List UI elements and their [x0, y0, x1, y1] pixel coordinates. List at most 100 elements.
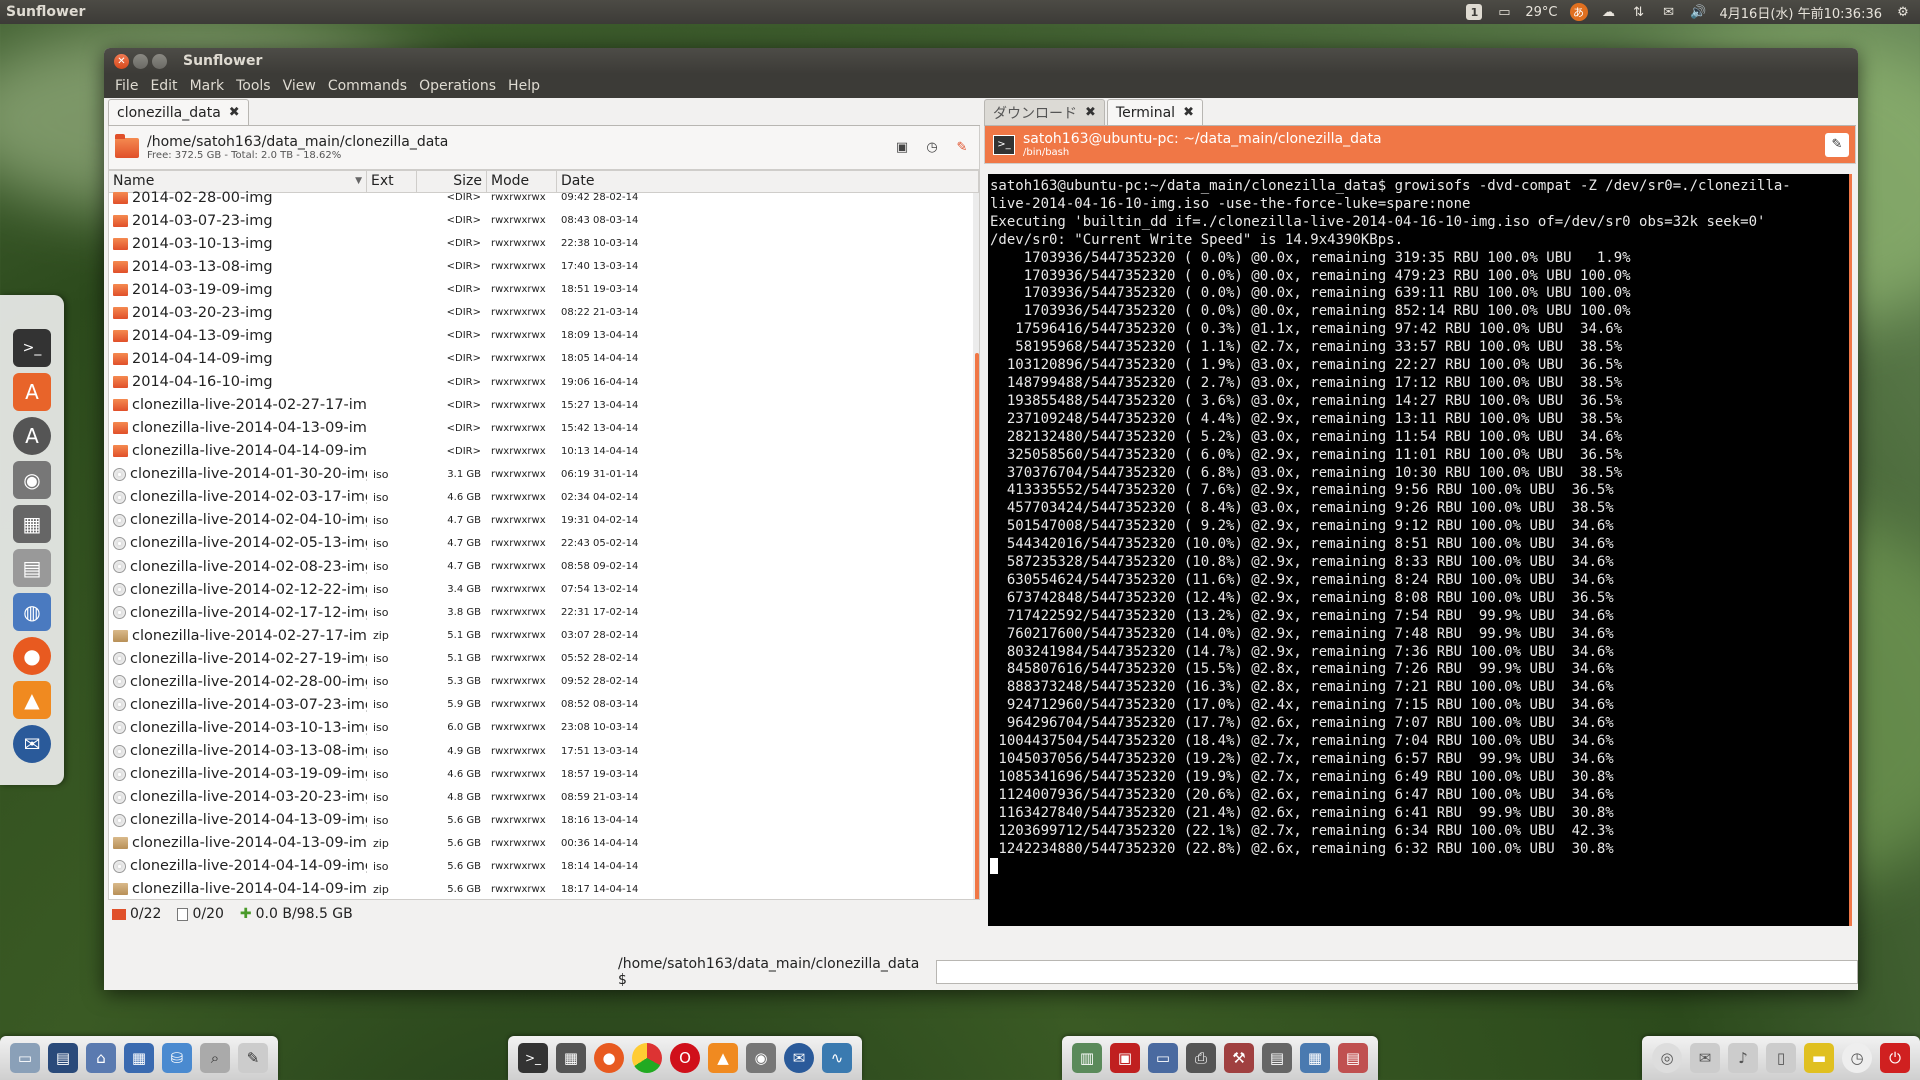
menu-tools[interactable]: Tools [232, 78, 279, 94]
mail-icon[interactable]: ✉ [1660, 3, 1678, 21]
files-icon[interactable]: ▤ [13, 549, 51, 587]
menu-commands[interactable]: Commands [324, 78, 415, 94]
file-row[interactable]: clonezilla-live-2014-03-20-23-img iso 4.8 … [109, 786, 979, 809]
file-row[interactable]: clonezilla-live-2014-02-04-10-img iso 4.7 … [109, 509, 979, 532]
edit-title-icon[interactable]: ✎ [1825, 132, 1849, 157]
terminal-icon[interactable]: >_ [518, 1043, 548, 1073]
software-center-icon[interactable]: A [13, 373, 51, 411]
document-icon[interactable]: ▤ [1338, 1043, 1368, 1073]
cloud-icon[interactable]: ☁ [1600, 3, 1618, 21]
minimize-window-button[interactable] [133, 53, 148, 69]
scanner-icon[interactable]: ▤ [1262, 1043, 1292, 1073]
network-icon[interactable]: ⇅ [1630, 3, 1648, 21]
tab-clonezilla-data[interactable]: clonezilla_data ✖ [108, 99, 249, 125]
close-tab-icon[interactable]: ✖ [1183, 105, 1194, 120]
thunderbird-icon[interactable]: ✉ [784, 1043, 814, 1073]
volume-icon[interactable]: 🔊 [1690, 3, 1708, 21]
mail-icon[interactable]: ✉ [1690, 1043, 1720, 1073]
clock[interactable]: 4月16日(水) 午前10:36:36 [1720, 3, 1882, 22]
temperature[interactable]: 29°C [1525, 3, 1557, 21]
file-row[interactable]: clonezilla-live-2014-04-13-09-img iso 5.6 … [109, 809, 979, 832]
file-manager-icon[interactable]: ▦ [124, 1043, 154, 1073]
storage-icon[interactable]: ▬ [1804, 1043, 1834, 1073]
file-row[interactable]: 2014-03-10-13-img <DIR> rwxrwxrwx 22:38 10-… [109, 232, 979, 255]
scrollbar[interactable] [973, 193, 979, 899]
tab-terminal[interactable]: Terminal ✖ [1106, 99, 1203, 125]
calculator-icon[interactable]: ▦ [13, 505, 51, 543]
firefox-icon[interactable]: ● [594, 1043, 624, 1073]
current-path[interactable]: /home/satoh163/data_main/clonezilla_data [147, 134, 448, 150]
opera-icon[interactable]: O [670, 1043, 700, 1073]
file-row[interactable]: 2014-03-20-23-img <DIR> rwxrwxrwx 08:22 21-… [109, 301, 979, 324]
file-row[interactable]: clonezilla-live-2014-02-27-17-img zip 5.1 … [109, 624, 979, 647]
file-row[interactable]: clonezilla-live-2014-03-13-08-img iso 4.9 … [109, 740, 979, 763]
bookmark-icon[interactable]: ✎ [951, 137, 973, 159]
menu-mark[interactable]: Mark [186, 78, 233, 94]
maximize-window-button[interactable] [152, 53, 167, 69]
file-row[interactable]: clonezilla-live-2014-03-07-23-img iso 5.9 … [109, 693, 979, 716]
file-row[interactable]: clonezilla-live-2014-02-27-19-img iso 5.1 … [109, 647, 979, 670]
close-tab-icon[interactable]: ✖ [1085, 105, 1096, 120]
weather-icon[interactable]: ▭ [1495, 3, 1513, 21]
menu-help[interactable]: Help [504, 78, 548, 94]
vlc-icon[interactable]: ▲ [708, 1043, 738, 1073]
file-row[interactable]: clonezilla-live-2014-02-05-13-img iso 4.7 … [109, 532, 979, 555]
trash-icon[interactable]: ▥ [1072, 1043, 1102, 1073]
file-row[interactable]: clonezilla-live-2014-04-13-09-img <DIR> rw… [109, 417, 979, 440]
file-row[interactable]: clonezilla-live-2014-02-03-17-img iso 4.6 … [109, 486, 979, 509]
file-row[interactable]: 2014-04-13-09-img <DIR> rwxrwxrwx 18:09 13-… [109, 324, 979, 347]
scrollbar-thumb[interactable] [975, 353, 979, 899]
screenshot-icon[interactable]: ▭ [1148, 1043, 1178, 1073]
file-row[interactable]: clonezilla-live-2014-02-08-23-img iso 4.7 … [109, 555, 979, 578]
clock-icon[interactable]: ◷ [1842, 1043, 1872, 1073]
file-row[interactable]: 2014-03-07-23-img <DIR> rwxrwxrwx 08:43 08-… [109, 209, 979, 232]
file-row[interactable]: 2014-03-13-08-img <DIR> rwxrwxrwx 17:40 13-… [109, 255, 979, 278]
chrome-icon[interactable] [632, 1043, 662, 1073]
indicator-1-icon[interactable]: 1 [1465, 3, 1483, 21]
gear-icon[interactable]: ⚙ [1894, 3, 1912, 21]
file-row[interactable]: 2014-02-28-00-img <DIR> rwxrwxrwx 09:42 28-… [109, 186, 979, 209]
command-input[interactable] [936, 960, 1858, 984]
file-row[interactable]: clonezilla-live-2014-02-12-22-img iso 3.4 … [109, 578, 979, 601]
audio-icon[interactable]: ♪ [1728, 1043, 1758, 1073]
database-icon[interactable]: ⛁ [162, 1043, 192, 1073]
menu-edit[interactable]: Edit [146, 78, 185, 94]
tab-download[interactable]: ダウンロード ✖ [984, 99, 1105, 125]
terminal-icon[interactable]: >_ [13, 329, 51, 367]
gimp-icon[interactable]: ◉ [746, 1043, 776, 1073]
package-icon[interactable]: ▦ [1300, 1043, 1330, 1073]
text-editor-icon[interactable]: ✎ [238, 1043, 268, 1073]
update-manager-icon[interactable]: A [13, 417, 51, 455]
vlc-icon[interactable]: ▲ [13, 681, 51, 719]
firefox-icon[interactable]: ● [13, 637, 51, 675]
history-icon[interactable]: ◷ [921, 137, 943, 159]
file-row[interactable]: clonezilla-live-2014-04-13-09-img zip 5.6 … [109, 832, 979, 855]
file-row[interactable]: 2014-04-14-09-img <DIR> rwxrwxrwx 18:05 14-… [109, 347, 979, 370]
input-method-icon[interactable]: あ [1569, 3, 1588, 21]
file-row[interactable]: clonezilla-live-2014-04-14-09-img <DIR> rw… [109, 440, 979, 463]
file-row[interactable]: clonezilla-live-2014-01-30-20-img iso 3.1 … [109, 463, 979, 486]
file-row[interactable]: 2014-03-19-09-img <DIR> rwxrwxrwx 18:51 19-… [109, 278, 979, 301]
open-terminal-icon[interactable]: ▣ [891, 137, 913, 159]
file-row[interactable]: clonezilla-live-2014-03-10-13-img iso 6.0 … [109, 716, 979, 739]
archive-icon[interactable]: ▣ [1110, 1043, 1140, 1073]
close-window-button[interactable]: ✕ [114, 53, 129, 69]
thunderbird-icon[interactable]: ✉ [13, 725, 51, 763]
file-row[interactable]: clonezilla-live-2014-02-28-00-img iso 5.3 … [109, 670, 979, 693]
file-list[interactable]: Name ▼ Ext Size Mode Date 2014-02-28-00-i… [108, 170, 980, 900]
menu-file[interactable]: File [111, 78, 146, 94]
search-icon[interactable]: ⌕ [200, 1043, 230, 1073]
settings-icon[interactable]: ⚒ [1224, 1043, 1254, 1073]
file-row[interactable]: clonezilla-live-2014-03-19-09-img iso 4.6 … [109, 763, 979, 786]
calculator-icon[interactable]: ▦ [556, 1043, 586, 1073]
window-list-icon[interactable]: ▤ [48, 1043, 78, 1073]
terminal-output[interactable]: satoh163@ubuntu-pc:~/data_main/clonezill… [988, 174, 1852, 926]
file-row[interactable]: clonezilla-live-2014-02-27-17-img <DIR> rw… [109, 394, 979, 417]
network-folder-icon[interactable]: ⌂ [86, 1043, 116, 1073]
desktop-icon[interactable]: ▭ [10, 1043, 40, 1073]
printer-icon[interactable]: ⎙ [1186, 1043, 1216, 1073]
menu-view[interactable]: View [279, 78, 324, 94]
system-monitor-icon[interactable]: ∿ [822, 1043, 852, 1073]
file-row[interactable]: clonezilla-live-2014-04-14-09-img zip 5.6 … [109, 878, 979, 899]
chat-icon[interactable]: ◍ [13, 593, 51, 631]
